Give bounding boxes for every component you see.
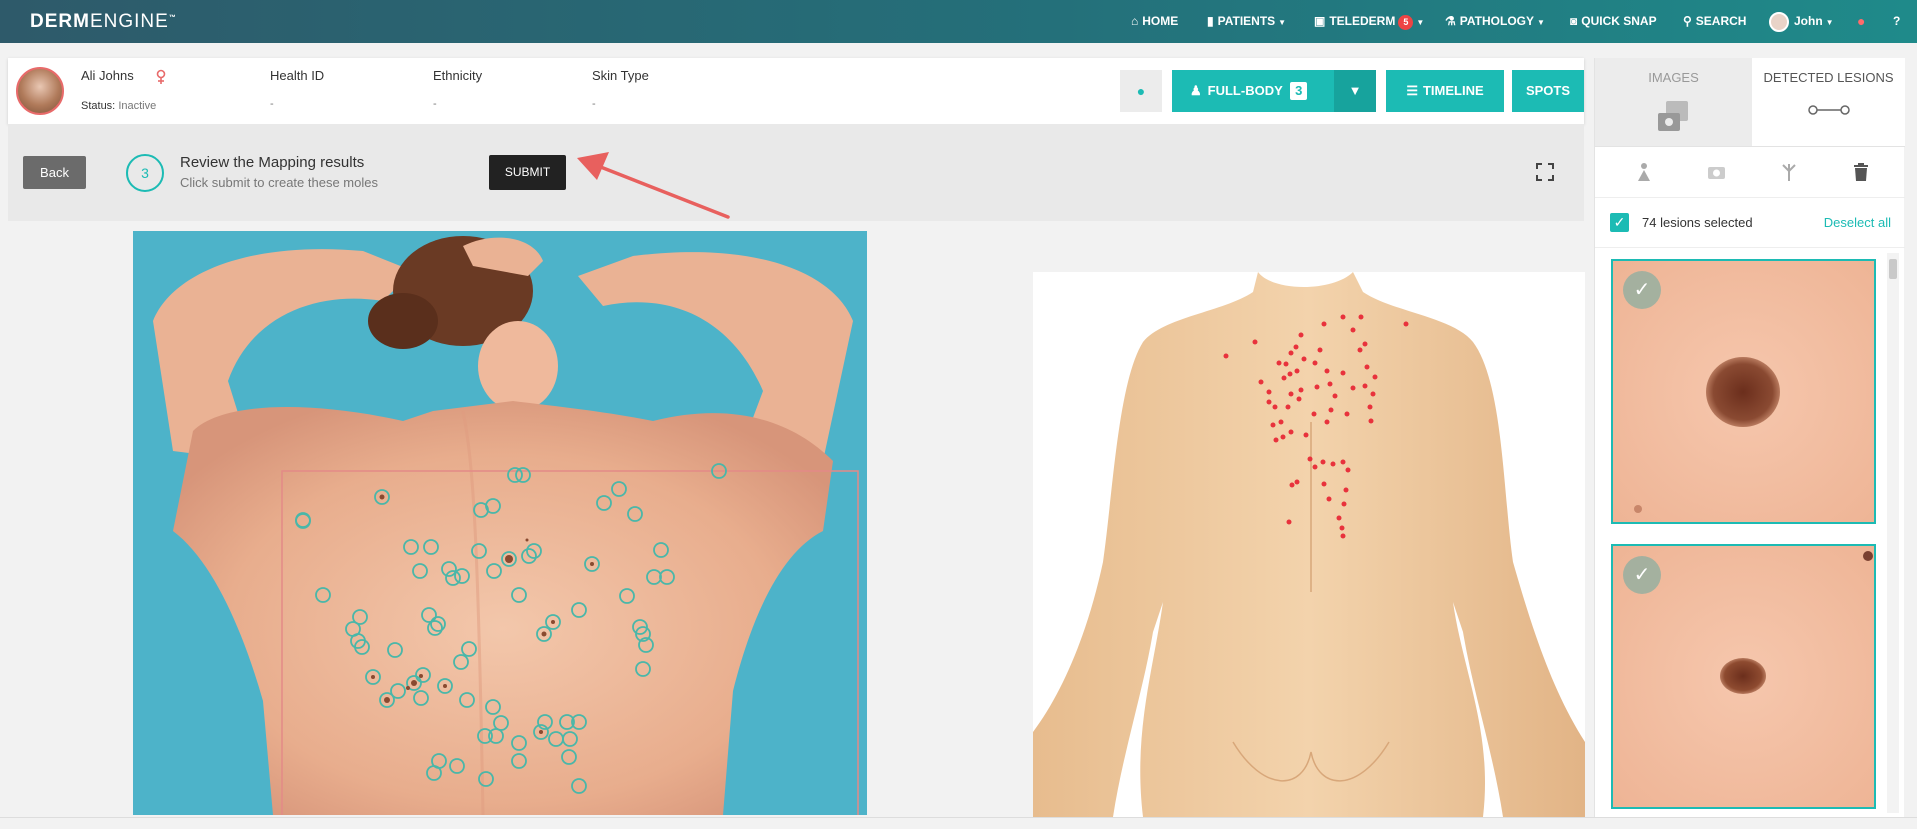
- scrollbar-thumb[interactable]: [1889, 259, 1897, 279]
- health-id-value: -: [270, 98, 274, 110]
- chevron-down-icon: ▼: [1278, 18, 1287, 27]
- full-body-dropdown-button[interactable]: ▼: [1334, 70, 1376, 112]
- patient-profile-button[interactable]: ●: [1120, 70, 1162, 112]
- patient-status: Status: Inactive: [81, 100, 157, 112]
- mapping-step-bar: Back 3 Review the Mapping results Click …: [8, 124, 1584, 221]
- chevron-down-icon: ▼: [1416, 18, 1425, 27]
- nav-patients[interactable]: ▮ PATIENTS ▼: [1207, 0, 1286, 43]
- patient-back-photo[interactable]: [133, 231, 867, 815]
- ethnicity-label: Ethnicity: [433, 68, 483, 83]
- full-body-count: 3: [1290, 82, 1308, 100]
- chevron-down-icon: ▼: [1537, 18, 1545, 27]
- search-icon: ⚲: [1683, 14, 1692, 28]
- nav-quick-snap[interactable]: ◙ QUICK SNAP: [1570, 0, 1657, 43]
- tab-detected-lesions[interactable]: DETECTED LESIONS: [1752, 58, 1905, 146]
- skin-type-value: -: [592, 98, 596, 110]
- button-gap: [1376, 70, 1386, 112]
- telederm-icon: ▣: [1314, 14, 1326, 28]
- full-body-button[interactable]: ♟ FULL-BODY 3: [1172, 70, 1334, 112]
- submit-button[interactable]: SUBMIT: [489, 155, 566, 190]
- nav-search[interactable]: ⚲ SEARCH: [1683, 0, 1746, 43]
- user-avatar: [1769, 11, 1789, 32]
- add-photo-icon[interactable]: [1705, 161, 1727, 183]
- step-number: 3: [126, 154, 164, 192]
- merge-icon[interactable]: [1778, 161, 1800, 183]
- camera-icon: ◙: [1570, 14, 1578, 28]
- lesion-list-scrollbar[interactable]: [1887, 253, 1899, 813]
- female-gender-icon: [156, 69, 166, 84]
- timeline-button[interactable]: ☰ TIMELINE: [1386, 70, 1504, 112]
- trash-icon[interactable]: [1850, 161, 1872, 183]
- body-map-3d-model[interactable]: [1033, 272, 1585, 817]
- skin-type-label: Skin Type: [592, 68, 649, 83]
- nav-user-menu[interactable]: John ▼: [1769, 0, 1834, 43]
- lesion-card[interactable]: ✓: [1611, 259, 1876, 524]
- home-icon: ⌂: [1131, 14, 1139, 28]
- nav-home[interactable]: ⌂ HOME: [1131, 0, 1178, 43]
- microscope-icon: ⚗: [1445, 14, 1456, 28]
- page-bottom-edge: [0, 817, 1917, 829]
- connection-icon: [1807, 105, 1850, 115]
- patients-icon: ▮: [1207, 14, 1214, 28]
- telederm-badge: 5: [1398, 15, 1414, 30]
- patient-info-bar: Ali Johns Status: Inactive Health ID - E…: [8, 58, 1584, 124]
- selected-check-icon[interactable]: ✓: [1623, 556, 1661, 594]
- top-navbar: DERMENGINE™ ⌂ HOME ▮ PATIENTS ▼ ▣ TELEDERM 5 ▼…: [0, 0, 1917, 43]
- dermengine-logo[interactable]: DERMENGINE™: [30, 11, 177, 33]
- tab-images[interactable]: IMAGES: [1595, 58, 1752, 146]
- deselect-all-link[interactable]: Deselect all: [1824, 215, 1891, 230]
- lesion-toolbar: [1595, 146, 1905, 198]
- nav-pathology[interactable]: ⚗ PATHOLOGY ▼: [1445, 0, 1545, 43]
- annotation-arrow: [577, 152, 730, 219]
- spots-button[interactable]: SPOTS: [1512, 70, 1584, 112]
- ethnicity-value: -: [433, 98, 437, 110]
- patient-name: Ali Johns: [81, 68, 134, 83]
- person-icon: ●: [1136, 83, 1146, 99]
- step-title: Review the Mapping results: [180, 154, 365, 171]
- back-button[interactable]: Back: [23, 156, 86, 189]
- help-icon[interactable]: ?: [1893, 0, 1900, 43]
- timeline-icon: ☰: [1406, 83, 1418, 98]
- right-panel: IMAGES DETECTED LESIONS ✓ 74 lesions sel…: [1594, 58, 1905, 817]
- health-id-label: Health ID: [270, 68, 325, 83]
- patient-avatar: [16, 67, 64, 115]
- selected-check-icon[interactable]: ✓: [1623, 271, 1661, 309]
- chevron-down-icon: ▼: [1348, 83, 1362, 98]
- notification-bell-icon[interactable]: ●: [1857, 0, 1865, 43]
- lesion-card[interactable]: ✓: [1611, 544, 1876, 809]
- expand-icon[interactable]: [1536, 163, 1554, 181]
- body-icon: ♟: [1190, 83, 1202, 98]
- body-position-icon[interactable]: [1633, 161, 1655, 183]
- selection-row: ✓ 74 lesions selected Deselect all: [1595, 198, 1905, 248]
- images-icon: [1657, 101, 1688, 131]
- nav-telederm[interactable]: ▣ TELEDERM 5 ▼: [1314, 0, 1424, 43]
- step-subtitle: Click submit to create these moles: [180, 175, 378, 190]
- select-all-checkbox[interactable]: ✓: [1610, 213, 1629, 232]
- chevron-down-icon: ▼: [1825, 18, 1834, 27]
- selected-count: 74 lesions selected: [1642, 215, 1753, 230]
